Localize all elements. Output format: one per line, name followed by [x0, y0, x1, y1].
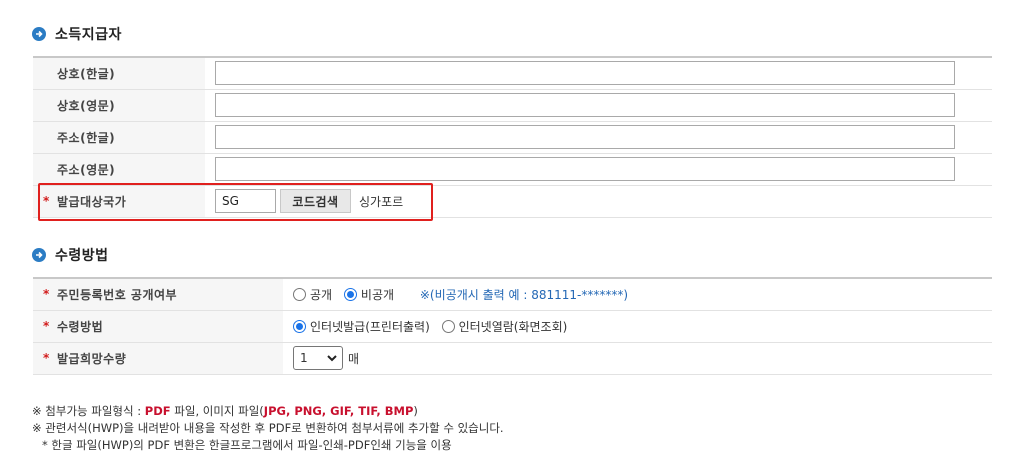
internet-view-label[interactable]: 인터넷열람(화면조회) — [459, 320, 568, 334]
note-line-pdf-convert: * 한글 파일(HWP)의 PDF 변환은 한글프로그램에서 파일-인쇄-PDF… — [42, 438, 452, 452]
internet-issue-radio[interactable] — [293, 319, 306, 333]
table-row: 주소(영문) — [33, 153, 992, 186]
required-mark: * — [43, 350, 50, 365]
table-row: 상호(한글) — [33, 57, 992, 90]
table-row: * 수령방법 인터넷발급(프린터출력) 인터넷열람(화면조회) — [33, 310, 992, 343]
field-label: 상호(영문) — [33, 89, 205, 122]
non-disclose-label[interactable]: 비공개 — [361, 288, 394, 302]
non-disclose-example-note: ※(비공개시 출력 예 : 881111-*******) — [419, 287, 629, 302]
note-line-file-types: ※ 첨부가능 파일형식 : PDF 파일, 이미지 파일(JPG, PNG, G… — [32, 403, 504, 420]
table-row: * 주민등록번호 공개여부 공개 비공개 ※(비공개시 출력 예 : 88111… — [33, 278, 992, 311]
quantity-unit: 매 — [348, 351, 360, 366]
disclose-radio[interactable] — [293, 287, 306, 301]
company-name-korean-input[interactable] — [215, 61, 955, 86]
section-title-text: 소득지급자 — [55, 27, 122, 43]
chevron-down-icon — [327, 351, 337, 365]
quantity-select[interactable]: 1 — [293, 346, 343, 370]
arrow-circle-right-icon — [32, 248, 46, 262]
company-name-english-input[interactable] — [215, 93, 955, 117]
section-title-receipt-method: 수령방법 — [32, 245, 109, 265]
note-text: ※ 첨부가능 파일형식 : — [32, 404, 145, 418]
notes: ※ 첨부가능 파일형식 : PDF 파일, 이미지 파일(JPG, PNG, G… — [32, 403, 504, 454]
non-disclose-radio[interactable] — [343, 287, 357, 301]
note-text: ) — [413, 404, 418, 418]
arrow-circle-right-icon — [32, 27, 46, 41]
field-label: 상호(한글) — [33, 57, 205, 90]
disclose-label[interactable]: 공개 — [310, 288, 332, 302]
quantity-value: 1 — [300, 351, 308, 365]
method-label: 수령방법 — [57, 319, 104, 334]
table-row: 주소(한글) — [33, 121, 992, 154]
table-row: 상호(영문) — [33, 89, 992, 122]
section-title-income-payer: 소득지급자 — [32, 24, 122, 44]
method-label-cell: * 수령방법 — [33, 310, 283, 343]
quantity-label: 발급희망수량 — [57, 351, 127, 366]
quantity-label-cell: * 발급희망수량 — [33, 342, 283, 375]
resident-no-label: 주민등록번호 공개여부 — [57, 287, 178, 302]
address-korean-input[interactable] — [215, 125, 955, 149]
note-text: 파일, 이미지 파일( — [170, 404, 264, 418]
note-image-types: JPG, PNG, GIF, TIF, BMP — [263, 404, 414, 418]
required-mark: * — [43, 318, 50, 333]
required-mark: * — [43, 287, 50, 301]
section-title-text: 수령방법 — [55, 248, 109, 264]
field-label: 주소(영문) — [33, 153, 205, 186]
note-pdf: PDF — [144, 404, 171, 418]
note-line-hwp: ※ 관련서식(HWP)을 내려받아 내용을 작성한 후 PDF로 변환하여 첨부… — [32, 421, 504, 435]
field-label: 주소(한글) — [33, 121, 205, 154]
highlight-box — [38, 183, 433, 221]
receipt-method-table: * 주민등록번호 공개여부 공개 비공개 ※(비공개시 출력 예 : 88111… — [33, 277, 992, 375]
table-row: * 발급희망수량 1 매 — [33, 342, 992, 375]
address-english-input[interactable] — [215, 157, 955, 181]
internet-issue-label[interactable]: 인터넷발급(프린터출력) — [310, 320, 430, 334]
resident-no-label-cell: * 주민등록번호 공개여부 — [33, 278, 283, 311]
internet-view-radio[interactable] — [441, 319, 455, 333]
